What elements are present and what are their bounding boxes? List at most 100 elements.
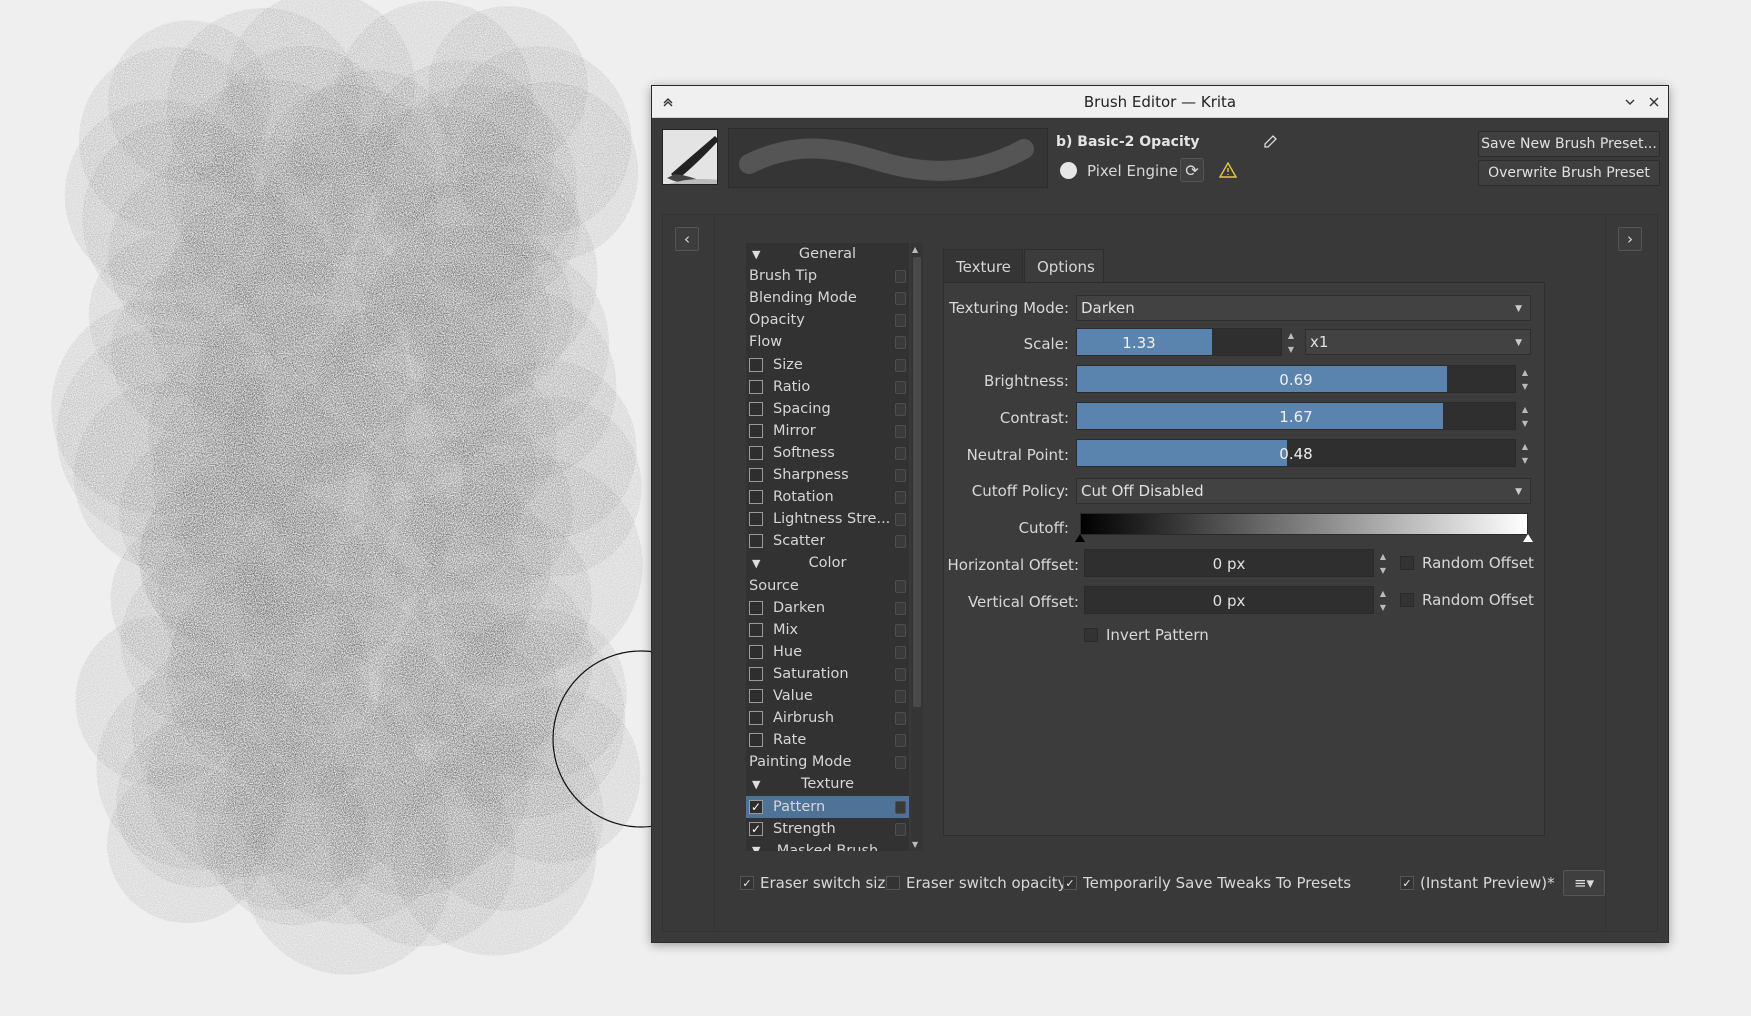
options-list-item[interactable]: Rate [746,729,909,751]
overwrite-preset-button[interactable]: Overwrite Brush Preset [1478,160,1660,186]
scale-spin-icon[interactable]: ▲ ▼ [1284,328,1298,356]
option-checkbox[interactable] [749,711,763,726]
option-checkbox[interactable] [749,622,763,637]
options-list-item[interactable]: Painting Mode [746,751,909,773]
neutral-point-slider[interactable]: 0.48 [1076,439,1516,467]
options-list-item[interactable]: Mirror [746,420,909,442]
option-checkbox[interactable] [749,733,763,748]
expand-right-icon[interactable]: › [1618,227,1642,251]
contrast-slider[interactable]: 1.67 [1076,402,1516,430]
option-checkbox[interactable] [749,512,763,527]
lock-icon[interactable] [895,424,906,438]
option-checkbox[interactable] [749,490,763,505]
cutoff-min-handle[interactable] [1075,534,1085,542]
options-list-item[interactable]: Sharpness [746,464,909,486]
lock-icon[interactable] [895,623,906,637]
expand-triangle-icon[interactable]: ▼ [752,248,760,261]
lock-icon[interactable] [895,402,906,416]
lock-icon[interactable] [895,535,906,549]
option-checkbox[interactable] [749,534,763,549]
tab-options[interactable]: Options [1024,249,1104,283]
lock-icon[interactable] [895,645,906,659]
options-list-item[interactable]: Darken [746,597,909,619]
lock-icon[interactable] [895,734,906,748]
options-list-item[interactable]: Source [746,575,909,597]
brightness-spin-icon[interactable]: ▲ ▼ [1518,365,1532,393]
lock-icon[interactable] [895,667,906,681]
options-list-item[interactable]: ✓ Pattern [746,795,909,818]
lock-icon[interactable] [895,358,906,372]
horizontal-offset-input[interactable]: 0 px [1084,549,1374,577]
neutral-point-spin-icon[interactable]: ▲ ▼ [1518,439,1532,467]
lock-icon[interactable] [895,491,906,505]
option-checkbox[interactable] [749,401,763,416]
lock-icon[interactable] [895,601,906,615]
random-offset-x-checkbox[interactable] [1400,556,1414,570]
contrast-spin-icon[interactable]: ▲ ▼ [1518,402,1532,430]
lock-icon[interactable] [895,800,906,814]
lock-icon[interactable] [895,314,906,328]
close-icon[interactable] [1642,90,1666,114]
minimize-icon[interactable] [1618,90,1642,114]
lock-icon[interactable] [895,270,906,284]
option-checkbox[interactable] [749,689,763,703]
lock-icon[interactable] [895,336,906,350]
collapse-left-icon[interactable]: ‹ [675,227,699,251]
option-checkbox[interactable] [749,666,763,681]
save-tweaks-checkbox[interactable]: ✓ [1063,876,1077,890]
edit-name-icon[interactable] [1258,130,1282,154]
options-section-header[interactable]: ▼ Color [746,552,909,574]
option-checkbox[interactable] [749,600,763,615]
eraser-switch-opacity-checkbox[interactable] [886,876,900,890]
options-list-item[interactable]: Hue [746,641,909,663]
option-checkbox[interactable]: ✓ [749,799,763,814]
scale-multiplier-select[interactable]: x1 ▼ [1305,329,1531,355]
brightness-slider[interactable]: 0.69 [1076,365,1516,393]
lock-icon[interactable] [895,822,906,836]
lock-icon[interactable] [895,292,906,306]
horizontal-offset-spin-icon[interactable]: ▲ ▼ [1376,549,1390,577]
options-list-item[interactable]: Blending Mode [746,287,909,309]
options-list-item[interactable]: Flow [746,331,909,353]
options-list-item[interactable]: Size [746,354,909,376]
expand-triangle-icon[interactable]: ▼ [752,778,760,791]
options-list-item[interactable]: ✓ Strength [746,818,909,840]
lock-icon[interactable] [895,469,906,482]
cutoff-max-handle[interactable] [1523,534,1533,542]
scroll-down-icon[interactable]: ▼ [912,840,918,849]
scroll-up-icon[interactable]: ▲ [912,245,918,254]
texturing-mode-select[interactable]: Darken ▼ [1076,295,1531,321]
lock-icon[interactable] [895,380,906,394]
option-checkbox[interactable] [749,379,763,394]
eraser-switch-size-checkbox[interactable]: ✓ [740,876,754,890]
instant-preview-checkbox[interactable]: ✓ [1400,876,1414,890]
random-offset-y-checkbox[interactable] [1400,593,1414,607]
options-list-item[interactable]: Spacing [746,398,909,420]
vertical-offset-input[interactable]: 0 px [1084,586,1374,614]
option-checkbox[interactable] [749,644,763,659]
option-checkbox[interactable] [749,445,763,460]
options-list-item[interactable]: Value [746,685,909,707]
tab-texture[interactable]: Texture [943,249,1023,283]
brush-preset-thumbnail[interactable] [662,129,718,185]
options-section-header[interactable]: ▼ General [746,243,909,265]
options-list-item[interactable]: Softness [746,442,909,464]
options-list-item[interactable]: Rotation [746,486,909,508]
options-list-item[interactable]: Mix [746,619,909,641]
options-list-item[interactable]: Saturation [746,663,909,685]
vertical-offset-spin-icon[interactable]: ▲ ▼ [1376,586,1390,614]
options-list-item[interactable]: Brush Tip [746,265,909,287]
lock-icon[interactable] [895,579,906,593]
lock-icon[interactable] [895,756,906,770]
option-checkbox[interactable] [749,357,763,372]
expand-triangle-icon[interactable]: ▼ [752,844,760,851]
option-checkbox[interactable]: ✓ [749,821,763,836]
invert-pattern-checkbox[interactable] [1084,628,1098,642]
hamburger-menu-icon[interactable]: ≡▾ [1563,870,1605,896]
lock-icon[interactable] [895,446,906,460]
scrollbar-thumb[interactable] [913,257,921,707]
option-checkbox[interactable] [749,468,763,482]
lock-icon[interactable] [895,513,906,527]
options-list-item[interactable]: Lightness Stre... [746,508,909,530]
cutoff-policy-select[interactable]: Cut Off Disabled ▼ [1076,478,1531,504]
